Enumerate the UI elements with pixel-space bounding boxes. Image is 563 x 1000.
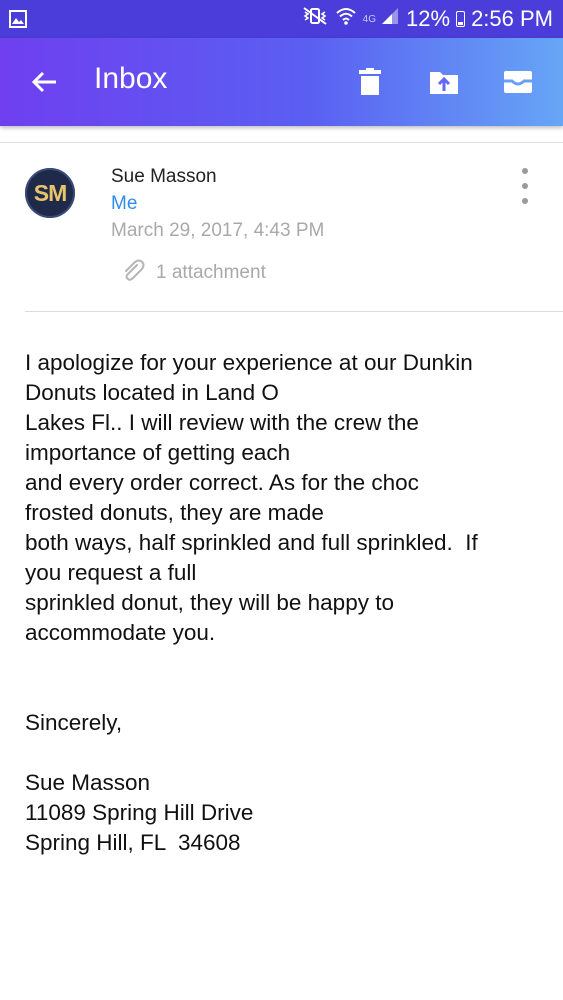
more-options-icon[interactable] [514, 168, 536, 204]
body-line: importance of getting each [25, 440, 291, 465]
attachment-label: 1 attachment [156, 262, 266, 283]
signal-icon [380, 6, 400, 32]
signature-address: 11089 Spring Hill Drive [25, 800, 254, 825]
paperclip-icon [120, 257, 146, 289]
sender-name: Sue Masson [111, 166, 217, 187]
trash-icon[interactable] [352, 64, 388, 100]
attachment-link[interactable]: 1 attachment [120, 257, 266, 289]
move-to-folder-icon[interactable] [426, 64, 462, 100]
message-body: I apologize for your experience at our D… [25, 348, 555, 858]
body-line: and every order correct. As for the choc [25, 470, 419, 495]
body-line: sprinkled donut, they will be happy to [25, 590, 394, 615]
body-line: frosted donuts, they are made [25, 500, 324, 525]
mute-vibrate-icon [301, 6, 329, 32]
archive-icon[interactable] [500, 64, 536, 100]
status-icons: 4G 12% 2:56 PM [301, 0, 553, 38]
page-title: Inbox [94, 62, 168, 95]
header-divider [0, 142, 563, 143]
image-notification-icon [8, 9, 28, 29]
network-type: 4G [362, 13, 377, 25]
battery-icon [456, 11, 466, 27]
body-line: I apologize for your experience at our D… [25, 350, 473, 375]
body-divider [25, 311, 563, 312]
signature-city: Spring Hill, FL 34608 [25, 830, 241, 855]
body-line: both ways, half sprinkled and full sprin… [25, 530, 478, 555]
back-arrow-icon[interactable] [26, 64, 62, 100]
body-line: Lakes Fl.. I will review with the crew t… [25, 410, 419, 435]
body-line: Donuts located in Land O [25, 380, 279, 405]
body-line: you request a full [25, 560, 197, 585]
signature-name: Sue Masson [25, 770, 151, 795]
message-date: March 29, 2017, 4:43 PM [111, 220, 325, 241]
app-bar: Inbox [0, 38, 563, 126]
battery-percent: 12% [406, 6, 451, 31]
wifi-icon [335, 6, 357, 32]
status-bar: 4G 12% 2:56 PM [0, 0, 563, 38]
avatar[interactable]: SM [25, 168, 75, 218]
closing: Sincerely, [25, 710, 123, 735]
recipient-name[interactable]: Me [111, 193, 137, 215]
clock: 2:56 PM [471, 6, 553, 31]
body-line: accommodate you. [25, 620, 216, 645]
